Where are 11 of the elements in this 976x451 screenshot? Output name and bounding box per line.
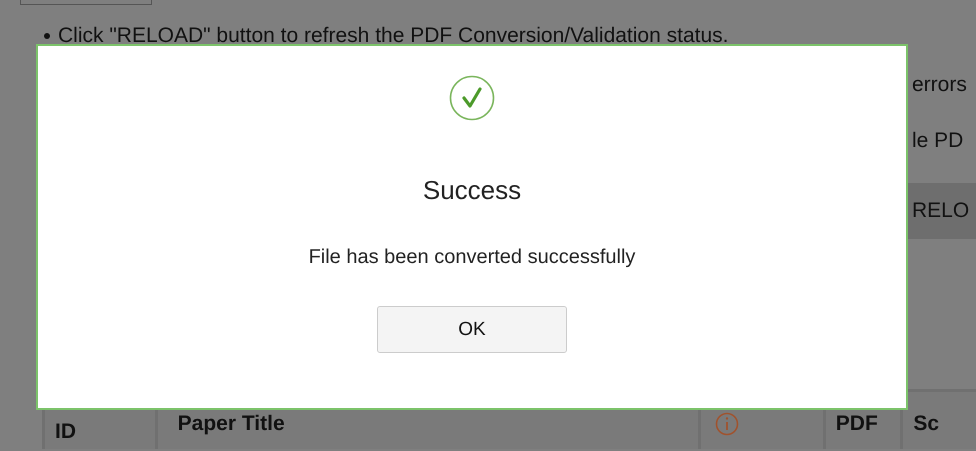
column-header: Sc [900, 389, 976, 449]
info-icon [715, 412, 740, 436]
reload-button[interactable]: RELO [908, 183, 976, 239]
instruction-text: le PD [912, 129, 964, 153]
bullet-icon [44, 33, 50, 39]
checkmark-icon [449, 75, 495, 121]
instruction-text: Click "RELOAD" button to refresh the PDF Conversion/Validation status. [58, 24, 728, 48]
dialog-message: File has been converted successfully [308, 246, 636, 269]
instruction-text: errors [912, 73, 968, 97]
ok-button[interactable]: OK [377, 306, 567, 353]
dialog-title: Success [422, 175, 522, 206]
